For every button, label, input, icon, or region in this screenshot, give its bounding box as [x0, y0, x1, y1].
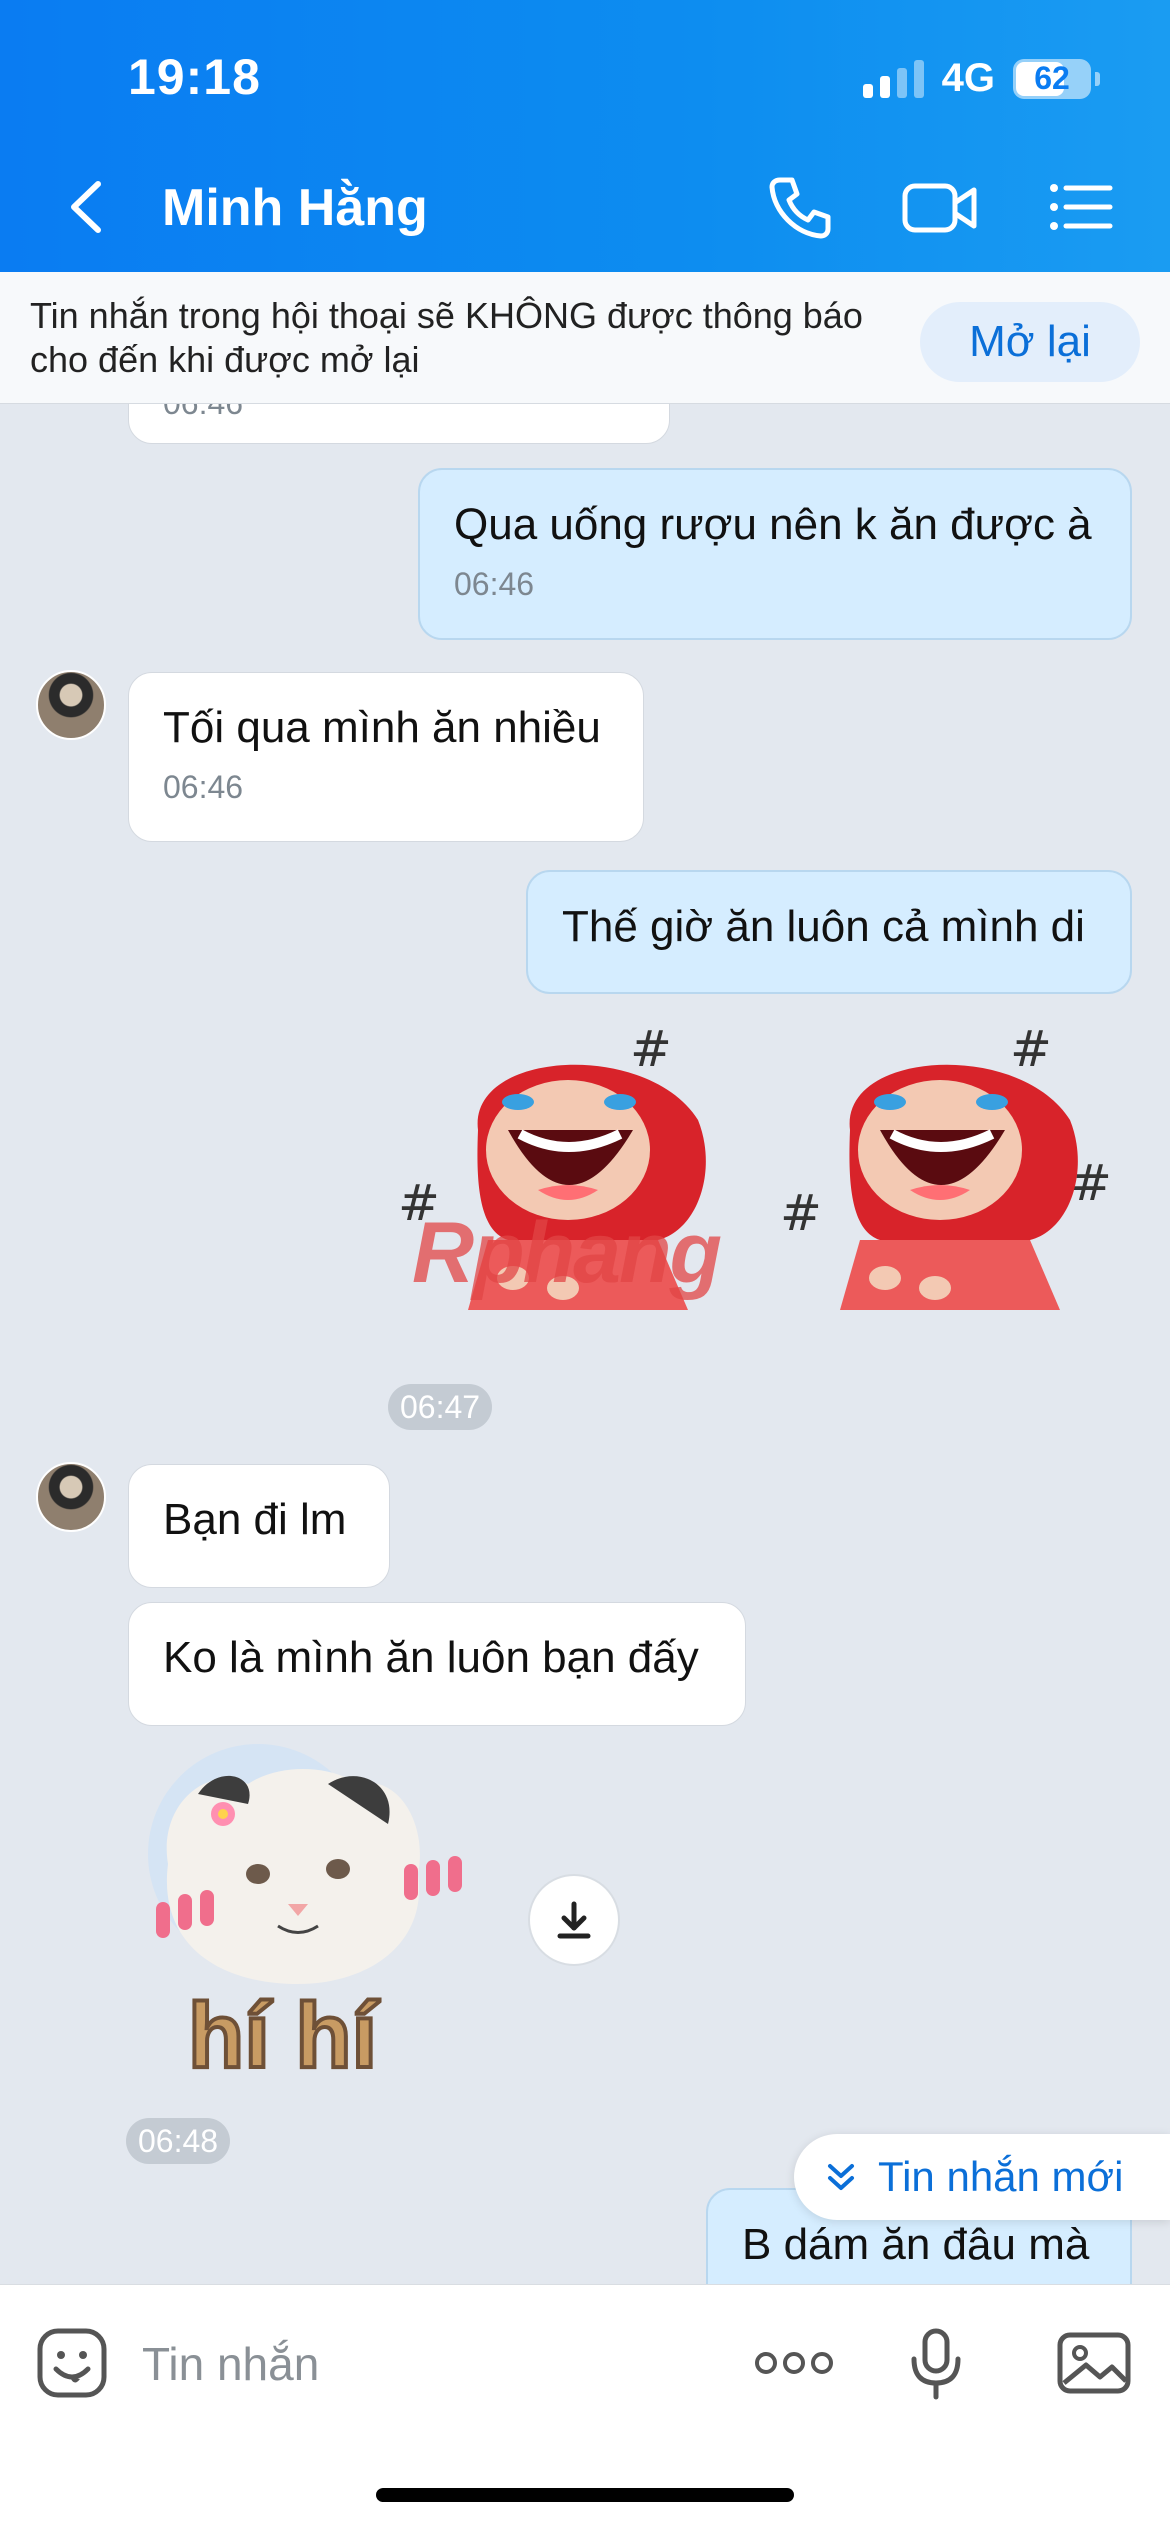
contact-name[interactable]: Minh Hằng [162, 178, 428, 238]
message-time: 06:46 [163, 404, 635, 422]
message-text: Ko là mình ăn luôn bạn đấy [163, 1633, 699, 1682]
double-chevron-down-icon [828, 2164, 854, 2190]
watermark: Rphang [412, 1205, 722, 1301]
status-time: 19:18 [128, 49, 261, 105]
sticker-time: 06:47 [388, 1384, 493, 1430]
emoji-icon [37, 2328, 107, 2398]
message-bubble-incoming[interactable]: Ko là mình ăn luôn bạn đấy [128, 1602, 746, 1726]
svg-text:#: # [630, 1020, 672, 1078]
video-camera-icon [902, 183, 977, 233]
message-text: Qua uống rượu nên k ăn được à [454, 500, 1092, 549]
svg-text:#: # [780, 1184, 822, 1242]
message-text: Bạn đi lm [163, 1495, 347, 1544]
new-messages-label: Tin nhắn mới [878, 2153, 1124, 2200]
cat-sticker[interactable]: hí hí [128, 1744, 508, 2124]
message-bubble-outgoing[interactable]: Qua uống rượu nên k ăn được à 06:46 [418, 468, 1132, 640]
sticker-button[interactable] [34, 2325, 110, 2401]
mute-notice-banner: Tin nhắn trong hội thoại sẽ KHÔNG được t… [0, 272, 1170, 404]
battery-level: 62 [1034, 60, 1070, 96]
message-bubble-incoming[interactable]: Tối qua mình ăn nhiều 06:46 [128, 672, 644, 842]
chevron-left-icon [71, 181, 101, 233]
message-bubble-incoming[interactable]: Bạn đi lm [128, 1464, 390, 1588]
back-button[interactable] [58, 172, 118, 242]
voice-record-button[interactable] [898, 2325, 974, 2401]
status-indicators: 4G 62 [862, 56, 1100, 101]
message-text: Thế giờ ăn luôn cả mình di [562, 902, 1085, 951]
message-text: Tối qua mình ăn nhiều [163, 703, 601, 752]
menu-button[interactable] [1046, 172, 1116, 242]
message-bubble-outgoing[interactable]: Thế giờ ăn luôn cả mình di [526, 870, 1132, 994]
video-call-button[interactable] [900, 172, 980, 242]
network-type: 4G [941, 56, 995, 100]
laughing-sticker[interactable]: # # # [780, 1010, 1132, 1310]
microphone-icon [911, 2328, 961, 2400]
image-icon [1057, 2332, 1131, 2394]
call-button[interactable] [766, 172, 836, 242]
download-button[interactable] [528, 1874, 620, 1966]
message-input[interactable]: Tin nhắn [142, 2337, 319, 2391]
message-time: 06:46 [163, 769, 244, 805]
photo-button[interactable] [1056, 2325, 1132, 2401]
reopen-notifications-button[interactable]: Mở lại [920, 302, 1140, 382]
more-dots-icon [755, 2352, 833, 2374]
list-menu-icon [1050, 184, 1113, 230]
new-messages-button[interactable]: Tin nhắn mới [794, 2134, 1170, 2220]
message-text: B dám ăn đâu mà [742, 2220, 1090, 2269]
battery-icon: 62 [1013, 58, 1091, 99]
avatar[interactable] [36, 1462, 106, 1532]
home-indicator [376, 2488, 794, 2502]
mute-notice-text: Tin nhắn trong hội thoại sẽ KHÔNG được t… [30, 295, 863, 380]
sticker-time: 06:48 [126, 2118, 231, 2164]
avatar[interactable] [36, 670, 106, 740]
message-time: 06:46 [454, 566, 535, 602]
app-header: 19:18 4G 62 Minh Hằng [0, 0, 1170, 272]
svg-text:#: # [1010, 1020, 1052, 1078]
message-bubble-incoming[interactable]: 06:46 [128, 404, 670, 444]
download-icon [557, 1901, 591, 1939]
signal-icon [862, 59, 924, 98]
message-input-bar: Tin nhắn [0, 2284, 1170, 2532]
laughing-character-icon: # # # [780, 1020, 1112, 1310]
cat-sticker-caption: hí hí [186, 1983, 379, 2089]
phone-icon [769, 177, 831, 239]
more-options-button[interactable] [752, 2325, 836, 2401]
message-list[interactable]: 06:46 Qua uống rượu nên k ăn được à 06:4… [0, 404, 1170, 2284]
